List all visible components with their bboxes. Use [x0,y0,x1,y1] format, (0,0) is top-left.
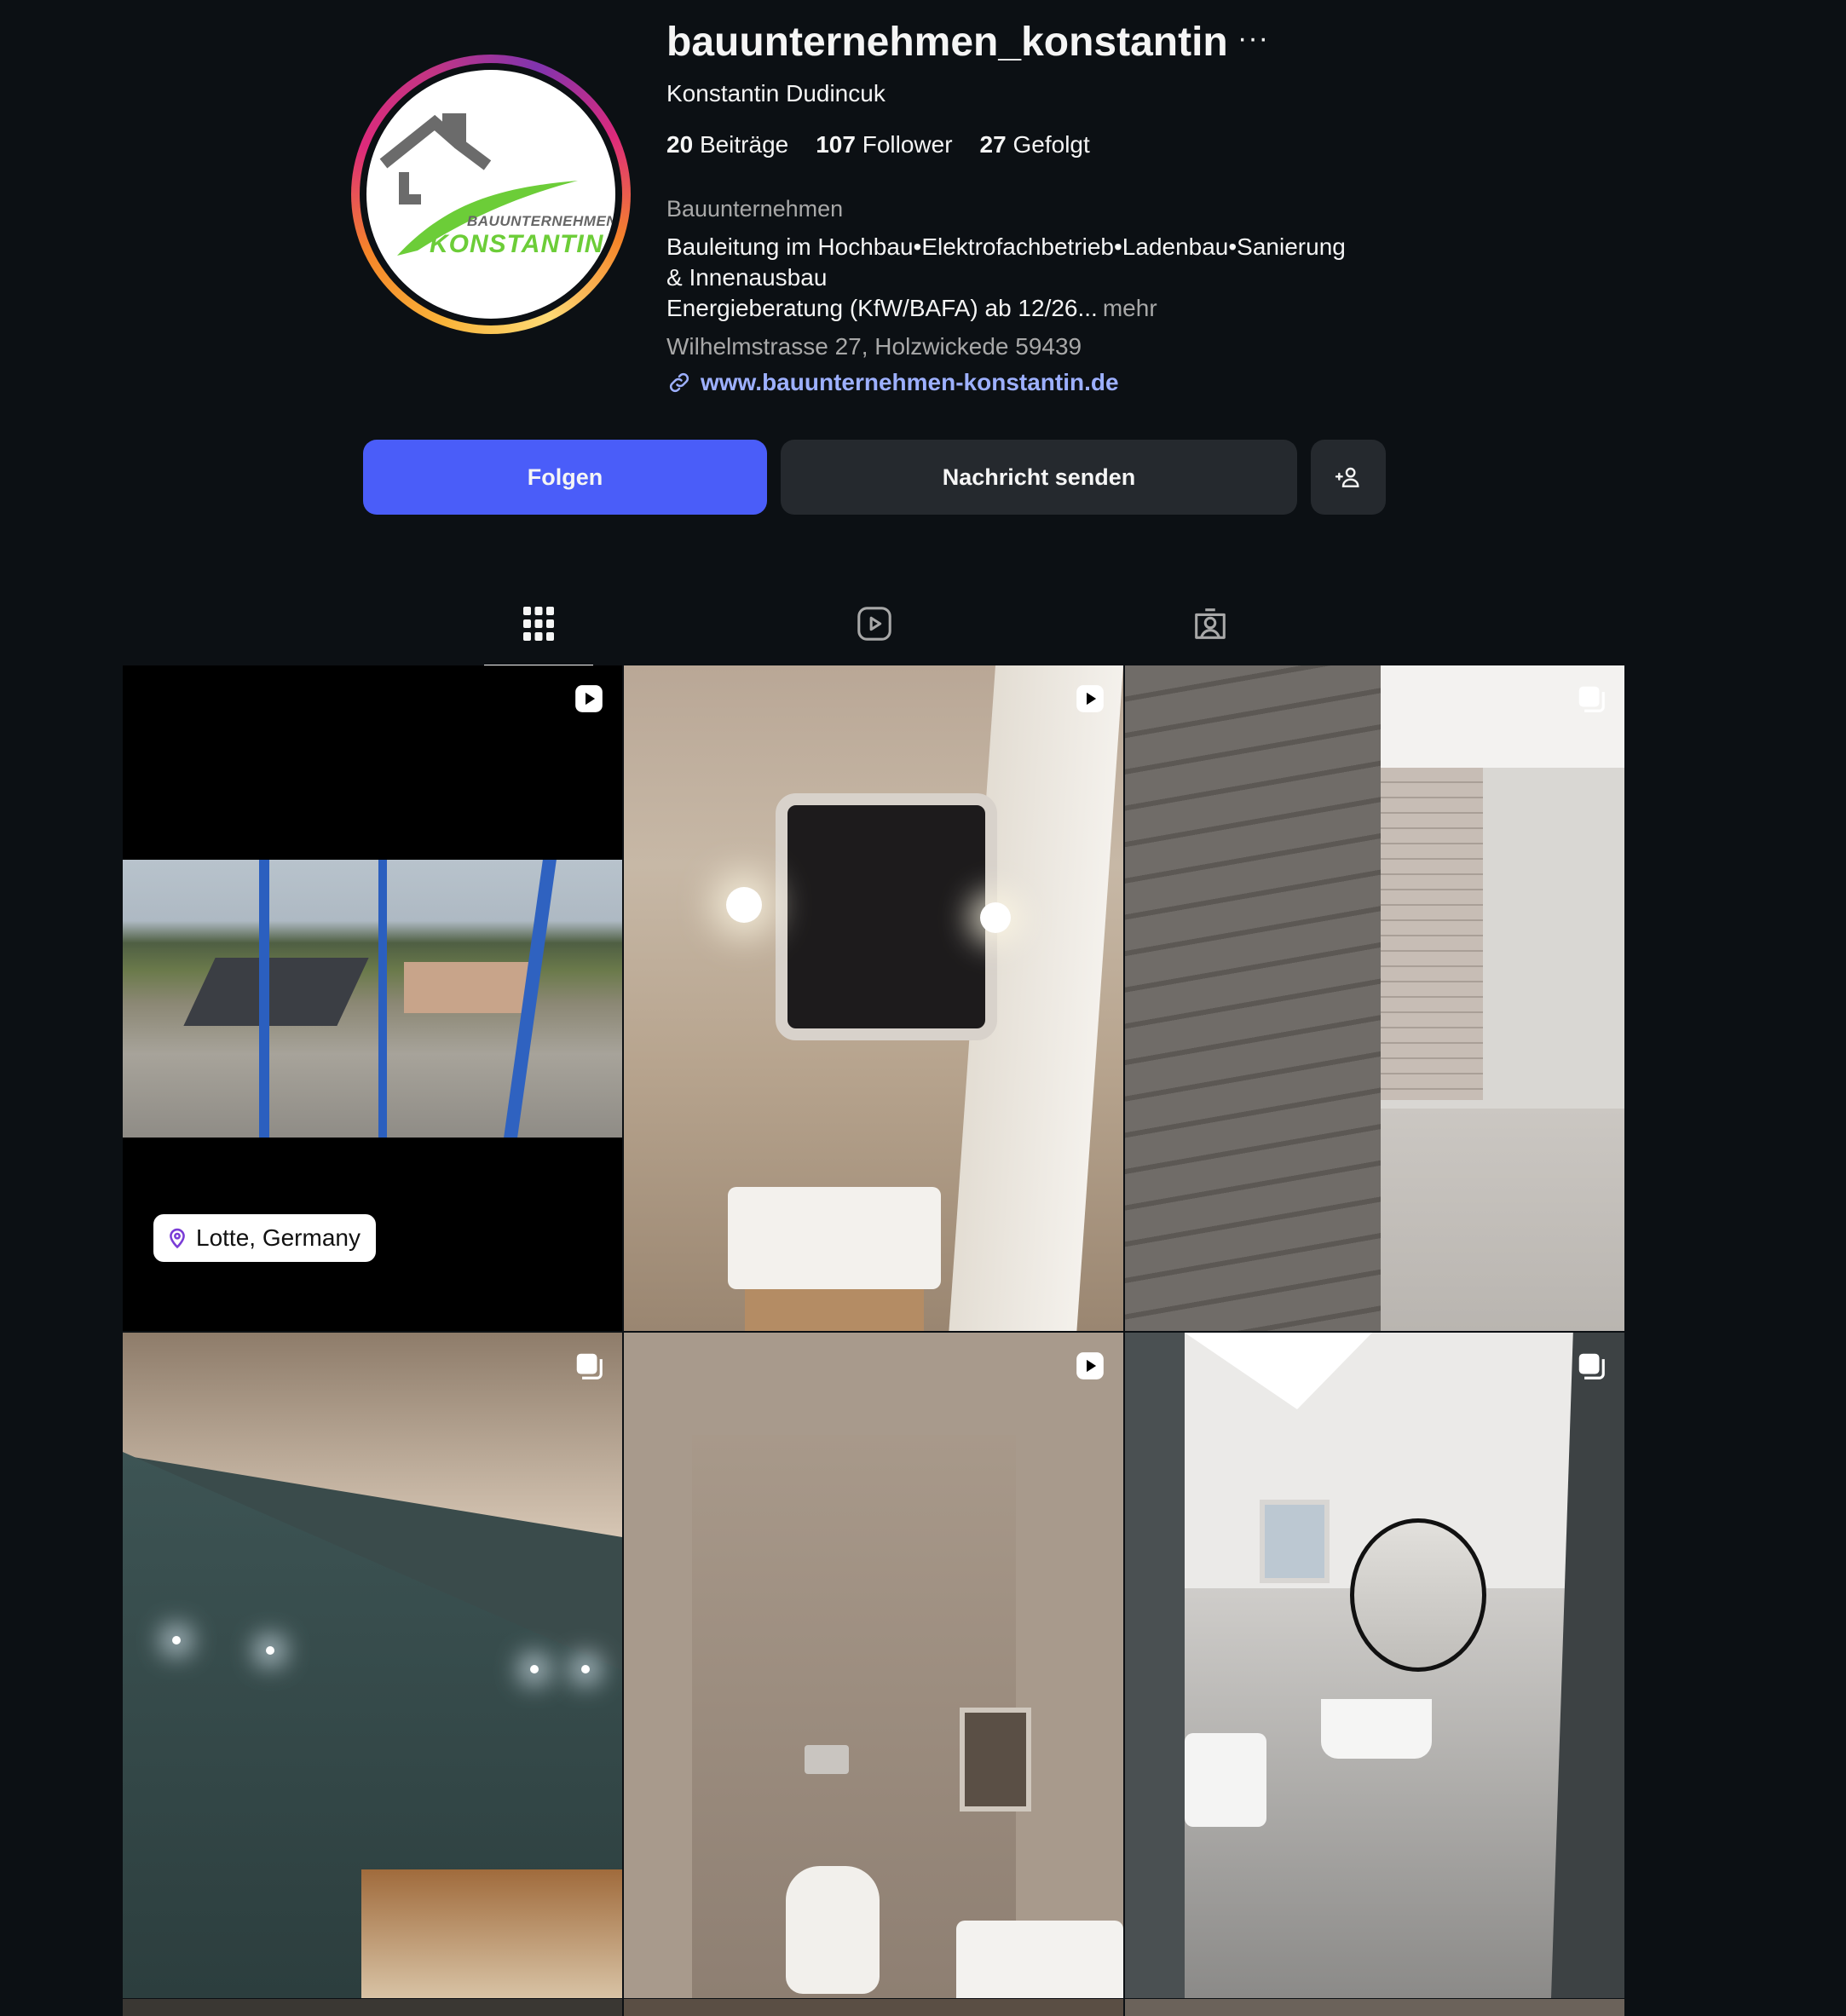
tagged-icon [1195,608,1226,639]
tab-posts[interactable] [484,596,593,667]
mirror-photo [776,793,997,1040]
company-logo: BAUUNTERNEHMEN KONSTANTIN [366,70,615,319]
brick-wall-photo [1125,665,1381,1331]
profile-username: bauunternehmen_konstantin [666,20,1228,65]
post-thumbnail[interactable] [123,1999,622,2016]
location-sticker: Lotte, Germany [153,1214,376,1262]
post-thumbnail[interactable] [1125,1333,1624,1998]
reel-badge-icon [1076,1352,1104,1380]
profile-stats: 20 Beiträge 107 Follower 27 Gefolgt [666,131,1090,158]
website-text[interactable]: www.bauunternehmen-konstantin.de [701,369,1119,396]
carousel-badge-icon [1578,1353,1605,1380]
reel-badge-icon [1076,685,1104,712]
carousel-badge-icon [576,1353,603,1380]
reels-icon [857,607,891,641]
profile-website-link[interactable]: www.bauunternehmen-konstantin.de [666,369,1119,396]
post-thumbnail[interactable] [123,1333,622,1998]
post-thumbnail[interactable] [624,1999,1123,2016]
bio-more-link[interactable]: mehr [1103,295,1157,321]
more-options-icon[interactable]: ··· [1237,22,1269,55]
carousel-badge-icon [1578,686,1605,712]
bio-line-2: & Innenausbau [666,264,828,291]
add-person-icon [1335,467,1359,487]
stat-posts: 20 Beiträge [666,131,789,158]
profile-category: Bauunternehmen [666,196,844,222]
grid-icon [523,607,554,641]
profile-avatar[interactable]: BAUUNTERNEHMEN KONSTANTIN [351,55,631,334]
follow-button[interactable]: Folgen [363,440,767,515]
suggested-accounts-button[interactable] [1311,440,1386,515]
post-thumbnail[interactable]: Lotte, Germany [123,665,622,1331]
profile-address: Wilhelmstrasse 27, Holzwickede 59439 [666,333,1082,360]
post-thumbnail[interactable] [624,1333,1123,1998]
tab-tagged[interactable] [1156,596,1265,665]
construction-site-photo [123,860,622,1138]
post-thumbnail[interactable] [1125,1999,1624,2016]
post-thumbnail[interactable] [624,665,1123,1331]
send-message-button[interactable]: Nachricht senden [781,440,1297,515]
stat-followers[interactable]: 107 Follower [816,131,952,158]
reel-badge-icon [575,685,603,712]
bio-line-3: Energieberatung (KfW/BAFA) ab 12/26... me… [666,295,1157,321]
stat-following[interactable]: 27 Gefolgt [980,131,1090,158]
link-icon [669,372,689,393]
profile-full-name: Konstantin Dudincuk [666,80,886,107]
post-thumbnail[interactable] [1125,665,1624,1331]
logo-text-bottom: KONSTANTIN [430,230,604,258]
logo-text-top: BAUUNTERNEHMEN [467,213,615,229]
bio-line-1: Bauleitung im Hochbau•Elektrofachbetrieb… [666,233,1346,260]
location-text: Lotte, Germany [196,1224,361,1251]
location-pin-icon [170,1228,185,1249]
tab-reels[interactable] [820,596,929,665]
